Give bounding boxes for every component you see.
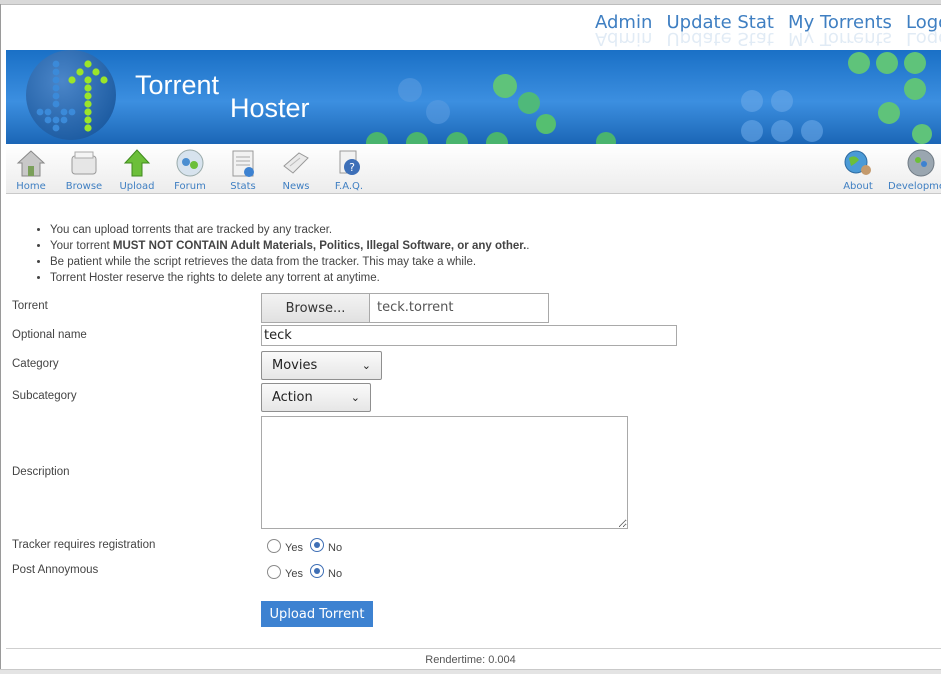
- development-icon: [907, 149, 935, 177]
- chevron-down-icon: ⌄: [361, 359, 371, 372]
- banner-decor-dot: [366, 132, 388, 144]
- window-bottom-edge: [0, 669, 941, 674]
- toolbar-stats-label: Stats: [230, 181, 256, 192]
- description-label: Description: [12, 466, 70, 478]
- category-select[interactable]: Movies ⌄: [261, 351, 382, 380]
- admin-link[interactable]: Admin Admin: [595, 12, 652, 49]
- rule-content-prefix: Your torrent: [50, 240, 113, 252]
- post-anonymous-no-label: No: [328, 568, 343, 580]
- banner-decor-dot: [848, 52, 870, 74]
- toolbar-upload-label: Upload: [119, 181, 155, 192]
- optional-name-label: Optional name: [12, 329, 87, 341]
- upload-torrent-button[interactable]: Upload Torrent: [261, 601, 373, 627]
- banner-decor-dot: [904, 78, 926, 100]
- banner-decor-dot: [536, 114, 556, 134]
- toolbar-faq[interactable]: ? F.A.Q.: [324, 148, 374, 192]
- torrent-file-input[interactable]: Browse... teck.torrent: [261, 293, 549, 323]
- banner-decor-dot: [741, 120, 763, 142]
- window-top-edge: [0, 0, 941, 5]
- subcategory-selected-value: Action: [272, 390, 313, 405]
- brand-line-1: Torrent: [135, 70, 220, 100]
- banner-decor-dot: [398, 78, 422, 102]
- tracker-registration-no-radio[interactable]: [310, 538, 324, 552]
- optional-name-input[interactable]: [261, 325, 677, 346]
- forum-icon: [176, 149, 204, 177]
- subcategory-label: Subcategory: [12, 390, 77, 402]
- faq-icon: ?: [339, 150, 360, 175]
- rule-content-bold: MUST NOT CONTAIN Adult Materials, Politi…: [112, 240, 527, 252]
- banner-decor-dot: [878, 102, 900, 124]
- toolbar-home-label: Home: [16, 181, 46, 192]
- my-torrents-link[interactable]: My Torrents My Torrents: [788, 12, 892, 49]
- post-anonymous-yes-radio[interactable]: [267, 565, 281, 579]
- toolbar-browse-label: Browse: [65, 181, 103, 192]
- top-nav: Admin Admin Update Stat Update Stat My Tor…: [595, 12, 941, 49]
- toolbar-browse[interactable]: Browse: [59, 148, 109, 192]
- post-anonymous-no-radio[interactable]: [310, 564, 324, 578]
- category-selected-value: Movies: [272, 358, 318, 373]
- toolbar-development[interactable]: Development: [886, 148, 941, 192]
- post-anonymous-label: Post Annoymous: [12, 564, 99, 576]
- toolbar-about[interactable]: About: [833, 148, 883, 192]
- category-label: Category: [12, 358, 59, 370]
- toolbar-faq-label: F.A.Q.: [334, 181, 364, 192]
- svg-text:?: ?: [349, 161, 355, 174]
- rule-content: Your torrent MUST NOT CONTAIN Adult Mate…: [50, 238, 530, 254]
- toolbar-about-label: About: [843, 181, 873, 192]
- about-globe-icon: [844, 150, 871, 175]
- banner-decor-dot: [446, 132, 468, 144]
- update-stat-link[interactable]: Update Stat Update Stat: [666, 12, 773, 49]
- toolbar-development-label: Development: [888, 181, 941, 192]
- rule-delete-rights: Torrent Hoster reserve the rights to del…: [50, 270, 530, 286]
- banner-decor-dot: [426, 100, 450, 124]
- logo-arrow-icon: [26, 50, 116, 140]
- tracker-registration-label: Tracker requires registration: [12, 539, 156, 551]
- toolbar-upload[interactable]: Upload: [112, 148, 162, 192]
- selected-file-name: teck.torrent: [377, 300, 454, 315]
- banner-decor-dot: [771, 90, 793, 112]
- toolbar-news-label: News: [282, 181, 310, 192]
- toolbar-stats[interactable]: Stats: [218, 148, 268, 192]
- banner-decor-dot: [406, 132, 428, 144]
- window-left-edge: [0, 4, 1, 673]
- browse-button[interactable]: Browse...: [262, 294, 370, 322]
- stats-icon: [232, 150, 254, 177]
- banner-decor-dot: [518, 92, 540, 114]
- tracker-registration-yes-radio[interactable]: [267, 539, 281, 553]
- banner-decor-dot: [486, 132, 508, 144]
- chevron-down-icon: ⌄: [350, 391, 360, 404]
- toolbar-news[interactable]: News: [271, 148, 321, 192]
- banner-decor-dot: [741, 90, 763, 112]
- subcategory-select[interactable]: Action ⌄: [261, 383, 371, 412]
- banner-decor-dot: [876, 52, 898, 74]
- banner-decor-dot: [801, 120, 823, 142]
- torrent-label: Torrent: [12, 300, 48, 312]
- home-icon: [16, 150, 46, 177]
- footer-divider: [6, 648, 941, 649]
- toolbar-forum-label: Forum: [174, 181, 206, 192]
- upload-rules-list: You can upload torrents that are tracked…: [40, 222, 530, 286]
- toolbar-forum[interactable]: Forum: [165, 148, 215, 192]
- banner-decor-dot: [904, 52, 926, 74]
- main-toolbar: Home Browse Upload Forum Stats News ? F.…: [6, 144, 941, 194]
- rule-any-tracker: You can upload torrents that are tracked…: [50, 222, 530, 238]
- banner-decor-dot: [771, 120, 793, 142]
- upload-arrow-icon: [123, 149, 151, 177]
- tracker-registration-yes-label: Yes: [285, 542, 303, 554]
- browse-icon: [71, 151, 97, 175]
- banner-decor-dot: [596, 132, 616, 144]
- rule-content-suffix: .: [526, 240, 530, 252]
- news-icon: [283, 152, 309, 174]
- banner-decor-dot: [493, 74, 517, 98]
- site-banner: Torrent Hoster: [6, 50, 941, 144]
- toolbar-home[interactable]: Home: [6, 148, 56, 192]
- description-textarea[interactable]: [261, 416, 628, 529]
- banner-decor-dot: [912, 124, 932, 144]
- brand-line-2: Hoster: [230, 93, 310, 123]
- post-anonymous-yes-label: Yes: [285, 568, 303, 580]
- rule-be-patient: Be patient while the script retrieves th…: [50, 254, 530, 270]
- render-time: Rendertime: 0.004: [425, 654, 516, 666]
- tracker-registration-no-label: No: [328, 542, 343, 554]
- logout-link[interactable]: LogoutLogout: [906, 12, 941, 49]
